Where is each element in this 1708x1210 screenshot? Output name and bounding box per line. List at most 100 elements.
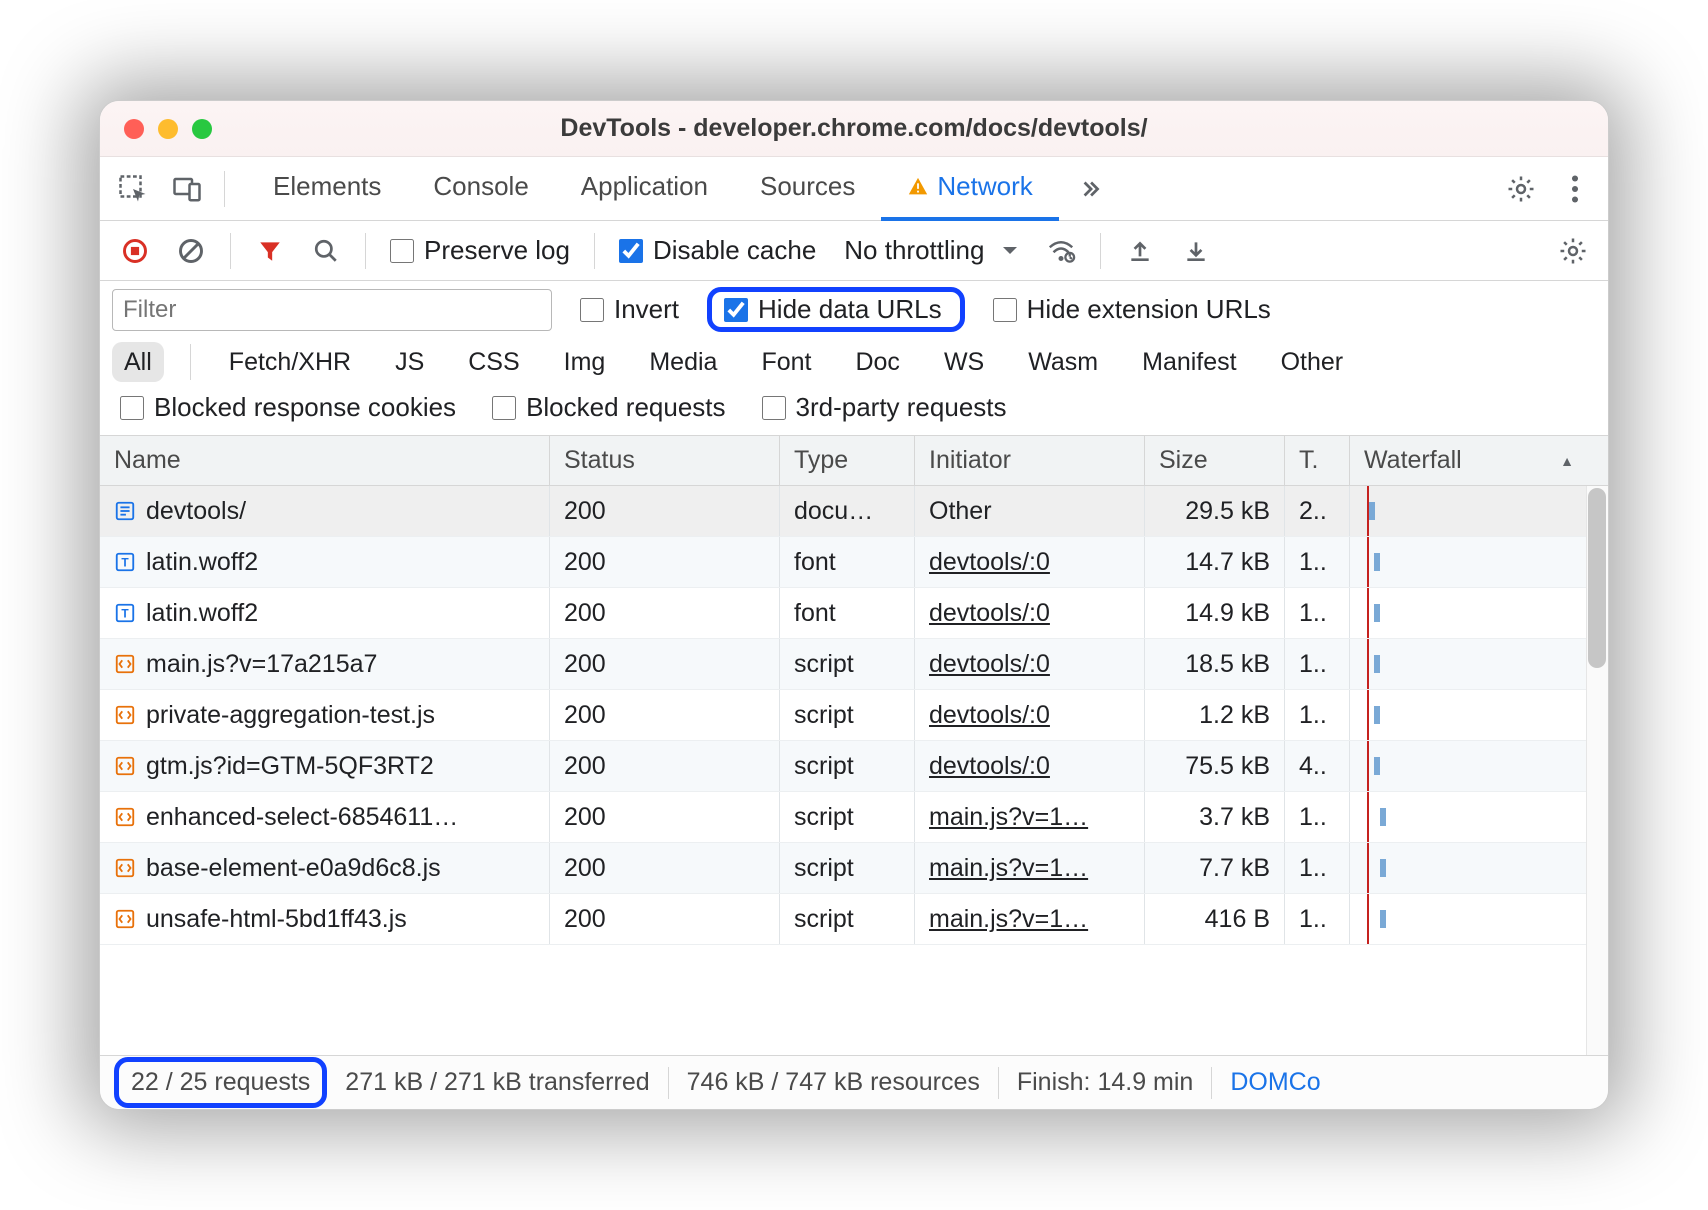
clear-button[interactable] xyxy=(168,228,214,274)
initiator-cell: main.js?v=1… xyxy=(915,894,1145,944)
type-filter-fetchxhr[interactable]: Fetch/XHR xyxy=(217,342,363,382)
tab-label: Console xyxy=(433,171,528,202)
throttling-select[interactable]: No throttling xyxy=(834,235,1028,266)
type-filter-doc[interactable]: Doc xyxy=(843,342,911,382)
column-header-t[interactable]: T. xyxy=(1285,436,1350,485)
initiator-link[interactable]: devtools/:0 xyxy=(929,548,1050,577)
preserve-log-label: Preserve log xyxy=(424,235,570,266)
blocked-response-cookies-checkbox[interactable]: Blocked response cookies xyxy=(112,392,464,423)
preserve-log-checkbox[interactable]: Preserve log xyxy=(382,235,578,266)
time-cell: 1.. xyxy=(1285,588,1350,638)
scrollbar[interactable] xyxy=(1586,486,1608,1055)
status-cell: 200 xyxy=(550,639,780,689)
type-filter-font[interactable]: Font xyxy=(749,342,823,382)
type-filter-manifest[interactable]: Manifest xyxy=(1130,342,1248,382)
initiator-cell: main.js?v=1… xyxy=(915,792,1145,842)
close-window-button[interactable] xyxy=(124,119,144,139)
initiator-link[interactable]: main.js?v=1… xyxy=(929,905,1088,934)
type-filter-css[interactable]: CSS xyxy=(456,342,531,382)
label: Blocked response cookies xyxy=(154,392,456,423)
status-cell: 200 xyxy=(550,741,780,791)
initiator-link[interactable]: devtools/:0 xyxy=(929,650,1050,679)
waterfall-cell xyxy=(1350,537,1608,587)
hide-data-urls-checkbox[interactable]: Hide data URLs xyxy=(716,294,950,325)
waterfall-cell xyxy=(1350,894,1608,944)
time-cell: 2.. xyxy=(1285,486,1350,536)
tab-elements[interactable]: Elements xyxy=(247,157,407,221)
table-row[interactable]: Tlatin.woff2200fontdevtools/:014.7 kB1.. xyxy=(100,537,1608,588)
table-row[interactable]: enhanced-select-6854611…200scriptmain.js… xyxy=(100,792,1608,843)
minimize-window-button[interactable] xyxy=(158,119,178,139)
invert-checkbox[interactable]: Invert xyxy=(572,294,687,325)
initiator-link[interactable]: main.js?v=1… xyxy=(929,803,1088,832)
type-filter-wasm[interactable]: Wasm xyxy=(1016,342,1110,382)
tab-console[interactable]: Console xyxy=(407,157,554,221)
request-name: unsafe-html-5bd1ff43.js xyxy=(146,905,407,934)
size-cell: 75.5 kB xyxy=(1145,741,1285,791)
filter-input[interactable] xyxy=(112,289,552,331)
initiator-cell: devtools/:0 xyxy=(915,537,1145,587)
tab-network[interactable]: Network xyxy=(881,157,1058,221)
size-cell: 18.5 kB xyxy=(1145,639,1285,689)
network-toolbar: Preserve log Disable cache No throttling xyxy=(100,221,1608,281)
table-row[interactable]: unsafe-html-5bd1ff43.js200scriptmain.js?… xyxy=(100,894,1608,945)
scrollbar-thumb[interactable] xyxy=(1588,488,1606,668)
tab-sources[interactable]: Sources xyxy=(734,157,881,221)
blocked-requests-checkbox[interactable]: Blocked requests xyxy=(484,392,733,423)
table-row[interactable]: gtm.js?id=GTM-5QF3RT2200scriptdevtools/:… xyxy=(100,741,1608,792)
size-cell: 7.7 kB xyxy=(1145,843,1285,893)
initiator-link[interactable]: devtools/:0 xyxy=(929,599,1050,628)
hide-extension-urls-checkbox[interactable]: Hide extension URLs xyxy=(985,294,1279,325)
type-filter-all[interactable]: All xyxy=(112,342,164,382)
initiator-link[interactable]: devtools/:0 xyxy=(929,701,1050,730)
table-row[interactable]: Tlatin.woff2200fontdevtools/:014.9 kB1.. xyxy=(100,588,1608,639)
column-header-name[interactable]: Name xyxy=(100,436,550,485)
requests-count: 22 / 25 requests xyxy=(131,1068,310,1096)
upload-har-icon[interactable] xyxy=(1117,228,1163,274)
column-header-type[interactable]: Type xyxy=(780,436,915,485)
initiator-link[interactable]: devtools/:0 xyxy=(929,752,1050,781)
settings-icon[interactable] xyxy=(1498,166,1544,212)
waterfall-cell xyxy=(1350,843,1608,893)
record-button[interactable] xyxy=(112,228,158,274)
column-header-status[interactable]: Status xyxy=(550,436,780,485)
table-row[interactable]: base-element-e0a9d6c8.js200scriptmain.js… xyxy=(100,843,1608,894)
type-filter-ws[interactable]: WS xyxy=(932,342,996,382)
search-icon[interactable] xyxy=(303,228,349,274)
disable-cache-label: Disable cache xyxy=(653,235,816,266)
filter-toggle-icon[interactable] xyxy=(247,228,293,274)
resources: 746 kB / 747 kB resources xyxy=(669,1068,998,1097)
type-filter-media[interactable]: Media xyxy=(637,342,729,382)
table-row[interactable]: main.js?v=17a215a7200scriptdevtools/:018… xyxy=(100,639,1608,690)
type-cell: docu… xyxy=(780,486,915,536)
js-file-icon xyxy=(114,755,136,777)
request-name: latin.woff2 xyxy=(146,548,258,577)
third-party-requests-checkbox[interactable]: 3rd-party requests xyxy=(754,392,1015,423)
doc-file-icon xyxy=(114,500,136,522)
inspect-element-icon[interactable] xyxy=(110,166,156,212)
network-conditions-icon[interactable] xyxy=(1038,228,1084,274)
initiator-cell: devtools/:0 xyxy=(915,588,1145,638)
sort-indicator-icon: ▲ xyxy=(1560,453,1574,469)
type-filter-other[interactable]: Other xyxy=(1269,342,1356,382)
tab-application[interactable]: Application xyxy=(555,157,734,221)
download-har-icon[interactable] xyxy=(1173,228,1219,274)
size-cell: 29.5 kB xyxy=(1145,486,1285,536)
type-filter-js[interactable]: JS xyxy=(383,342,436,382)
disable-cache-checkbox[interactable]: Disable cache xyxy=(611,235,824,266)
kebab-menu-icon[interactable] xyxy=(1552,166,1598,212)
device-toolbar-icon[interactable] xyxy=(164,166,210,212)
finish-time: Finish: 14.9 min xyxy=(999,1068,1211,1097)
initiator-link[interactable]: main.js?v=1… xyxy=(929,854,1088,883)
column-header-waterfall[interactable]: Waterfall▲ xyxy=(1350,436,1608,485)
network-settings-icon[interactable] xyxy=(1550,228,1596,274)
more-tabs-button[interactable] xyxy=(1067,166,1113,212)
table-row[interactable]: private-aggregation-test.js200scriptdevt… xyxy=(100,690,1608,741)
column-header-size[interactable]: Size xyxy=(1145,436,1285,485)
column-header-initiator[interactable]: Initiator xyxy=(915,436,1145,485)
time-cell: 1.. xyxy=(1285,894,1350,944)
maximize-window-button[interactable] xyxy=(192,119,212,139)
divider xyxy=(365,233,366,269)
type-filter-img[interactable]: Img xyxy=(552,342,618,382)
table-row[interactable]: devtools/200docu…Other29.5 kB2.. xyxy=(100,486,1608,537)
